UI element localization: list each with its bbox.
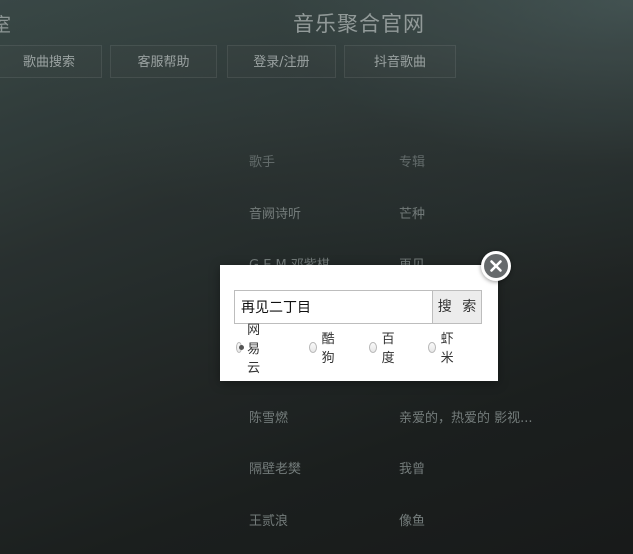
radio-checked-icon	[236, 341, 245, 353]
radio-unchecked-icon	[428, 341, 436, 353]
close-icon	[484, 254, 508, 278]
radio-netease[interactable]: 网易云	[236, 323, 265, 376]
close-dialog-button[interactable]	[481, 251, 511, 281]
radio-label: 酷狗	[321, 332, 335, 366]
radio-label: 百度	[381, 332, 395, 366]
radio-unchecked-icon	[369, 341, 377, 353]
radio-unchecked-icon	[309, 341, 317, 353]
search-button[interactable]: 搜 索	[432, 290, 482, 324]
radio-label: 网易云	[247, 322, 261, 376]
radio-kugou[interactable]: 酷狗	[309, 332, 338, 366]
radio-label: 虾米	[440, 332, 454, 366]
radio-xiami[interactable]: 虾米	[428, 332, 457, 366]
radio-baidu[interactable]: 百度	[369, 332, 398, 366]
